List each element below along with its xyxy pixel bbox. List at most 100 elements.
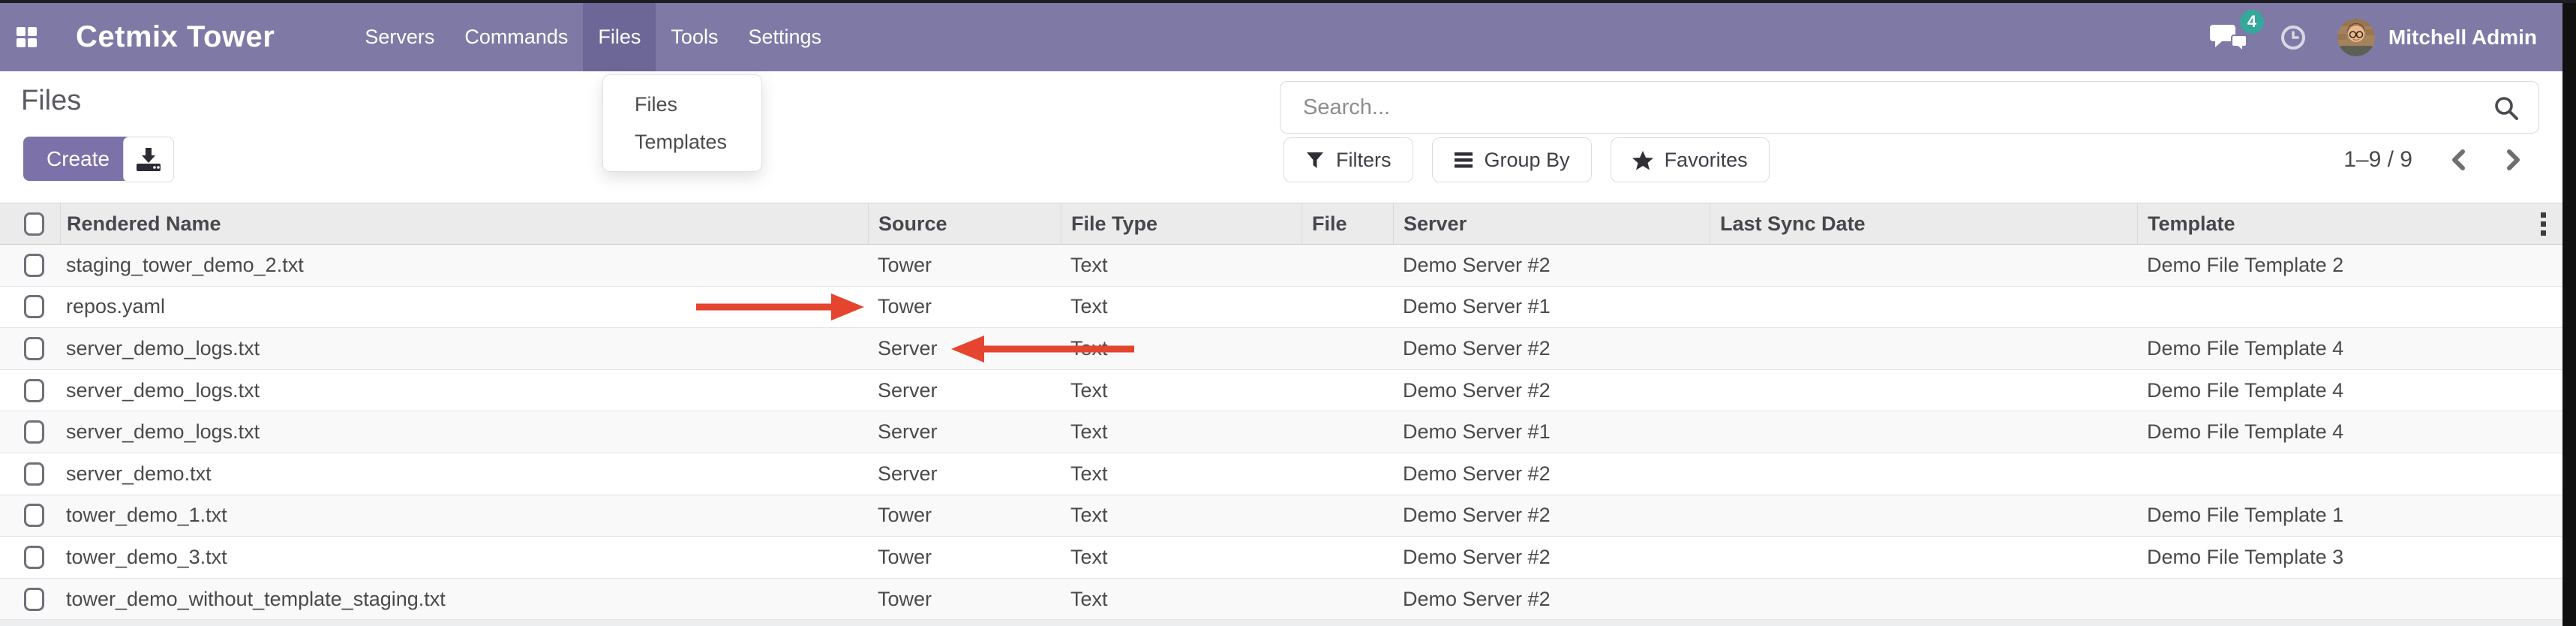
- cell-source: Server: [868, 453, 1061, 495]
- user-name: Mitchell Admin: [2388, 26, 2537, 50]
- cell-template: Demo File Template 1: [2137, 495, 2562, 537]
- cell-server: Demo Server #2: [1393, 537, 1710, 578]
- optional-columns-toggle[interactable]: [2541, 203, 2546, 244]
- screen: Cetmix Tower ServersCommandsFilesToolsSe…: [0, 0, 2576, 626]
- screenshot-right-edge: [2562, 0, 2576, 626]
- cell-rendered-name: tower_demo_1.txt: [60, 495, 868, 537]
- search-input[interactable]: [1280, 82, 2538, 133]
- column-header-source[interactable]: Source: [868, 203, 1061, 244]
- row-checkbox[interactable]: [24, 420, 44, 444]
- row-select-cell: [0, 328, 60, 369]
- table-row[interactable]: repos.yamlTowerTextDemo Server #1: [0, 287, 2562, 329]
- cell-last-sync-date: [1710, 579, 2137, 620]
- table-row[interactable]: tower_demo_3.txtTowerTextDemo Server #2D…: [0, 537, 2562, 579]
- download-tray-icon: [135, 147, 162, 173]
- cell-file: [1302, 411, 1393, 453]
- cell-server: Demo Server #2: [1393, 370, 1710, 411]
- create-button[interactable]: Create: [23, 137, 133, 181]
- nav-item-settings[interactable]: Settings: [733, 3, 836, 71]
- row-checkbox[interactable]: [24, 337, 44, 360]
- filters-button[interactable]: Filters: [1283, 137, 1413, 182]
- group-by-button[interactable]: Group By: [1432, 137, 1592, 182]
- table-row[interactable]: tower_demo_1.txtTowerTextDemo Server #2D…: [0, 495, 2562, 537]
- cell-source: Tower: [868, 287, 1061, 328]
- cell-source: Server: [868, 411, 1061, 453]
- column-header-server[interactable]: Server: [1393, 203, 1710, 244]
- pager: 1–9 / 9: [2343, 137, 2523, 182]
- activity-clock-button[interactable]: [2280, 25, 2306, 50]
- nav-item-servers[interactable]: Servers: [350, 3, 449, 71]
- search-icon[interactable]: [2492, 95, 2520, 127]
- apps-grid-icon[interactable]: [17, 27, 37, 47]
- select-all-checkbox[interactable]: [24, 212, 44, 236]
- cell-last-sync-date: [1710, 328, 2137, 369]
- cell-template: [2137, 453, 2562, 495]
- cell-file-type: Text: [1061, 579, 1302, 620]
- favorites-button[interactable]: Favorites: [1611, 137, 1770, 182]
- cell-rendered-name: repos.yaml: [60, 287, 868, 328]
- cell-source: Tower: [868, 579, 1061, 620]
- cell-template: Demo File Template 2: [2137, 245, 2562, 286]
- row-checkbox[interactable]: [24, 588, 44, 611]
- row-select-cell: [0, 453, 60, 495]
- column-header-file[interactable]: File: [1302, 203, 1393, 244]
- cell-server: Demo Server #2: [1393, 495, 1710, 537]
- table-row[interactable]: tower_demo_without_template_staging.txtT…: [0, 579, 2562, 621]
- cell-last-sync-date: [1710, 453, 2137, 495]
- search-facets: Filters Group By Favorites: [1283, 137, 1770, 182]
- cell-file-type: Text: [1061, 245, 1302, 286]
- dropdown-item-templates[interactable]: Templates: [603, 123, 761, 161]
- cell-server: Demo Server #1: [1393, 411, 1710, 453]
- row-select-cell: [0, 495, 60, 537]
- dropdown-item-files[interactable]: Files: [603, 86, 761, 123]
- bars-icon: [1454, 151, 1473, 169]
- pager-previous-button[interactable]: [2448, 147, 2468, 173]
- cell-file-type: Text: [1061, 411, 1302, 453]
- cell-source: Server: [868, 328, 1061, 369]
- avatar: [2337, 19, 2375, 56]
- column-header-template[interactable]: Template: [2137, 203, 2562, 244]
- star-icon: [1632, 150, 1653, 170]
- nav-item-commands[interactable]: Commands: [449, 3, 583, 71]
- nav-item-tools[interactable]: Tools: [656, 3, 733, 71]
- cell-server: Demo Server #2: [1393, 453, 1710, 495]
- group-by-label: Group By: [1485, 149, 1570, 172]
- table-row[interactable]: staging_tower_demo_2.txtTowerTextDemo Se…: [0, 245, 2562, 287]
- filters-label: Filters: [1336, 149, 1392, 172]
- messages-button[interactable]: 4: [2210, 22, 2249, 53]
- pager-range: 1–9 / 9: [2343, 147, 2412, 173]
- cell-source: Server: [868, 370, 1061, 411]
- cell-file-type: Text: [1061, 453, 1302, 495]
- row-checkbox[interactable]: [24, 546, 44, 569]
- row-checkbox[interactable]: [24, 254, 44, 277]
- cell-file: [1302, 453, 1393, 495]
- cell-file-type: Text: [1061, 495, 1302, 537]
- nav-item-files[interactable]: Files: [583, 3, 656, 71]
- page-title: Files: [21, 85, 81, 117]
- row-checkbox[interactable]: [24, 504, 44, 527]
- row-checkbox[interactable]: [24, 462, 44, 486]
- list-body: staging_tower_demo_2.txtTowerTextDemo Se…: [0, 245, 2562, 620]
- row-select-cell: [0, 370, 60, 411]
- column-header-file-type[interactable]: File Type: [1061, 203, 1302, 244]
- cell-file-type: Text: [1061, 287, 1302, 328]
- column-header-rendered-name[interactable]: Rendered Name: [60, 203, 868, 244]
- row-checkbox[interactable]: [24, 295, 44, 318]
- table-row[interactable]: server_demo.txtServerTextDemo Server #2: [0, 453, 2562, 495]
- cell-rendered-name: staging_tower_demo_2.txt: [60, 245, 868, 286]
- user-menu[interactable]: Mitchell Admin: [2337, 19, 2537, 56]
- brand-title[interactable]: Cetmix Tower: [76, 20, 275, 54]
- row-select-cell: [0, 411, 60, 453]
- export-button[interactable]: [123, 137, 174, 182]
- pager-next-button[interactable]: [2504, 147, 2523, 173]
- cell-template: Demo File Template 4: [2137, 328, 2562, 369]
- column-header-last-sync-date[interactable]: Last Sync Date: [1710, 203, 2137, 244]
- favorites-label: Favorites: [1665, 149, 1748, 172]
- table-row[interactable]: server_demo_logs.txtServerTextDemo Serve…: [0, 370, 2562, 412]
- row-checkbox[interactable]: [24, 379, 44, 402]
- cell-last-sync-date: [1710, 411, 2137, 453]
- cell-file-type: Text: [1061, 370, 1302, 411]
- table-row[interactable]: server_demo_logs.txtServerTextDemo Serve…: [0, 411, 2562, 453]
- chevron-left-icon: [2448, 147, 2468, 173]
- table-row[interactable]: server_demo_logs.txtServerTextDemo Serve…: [0, 328, 2562, 370]
